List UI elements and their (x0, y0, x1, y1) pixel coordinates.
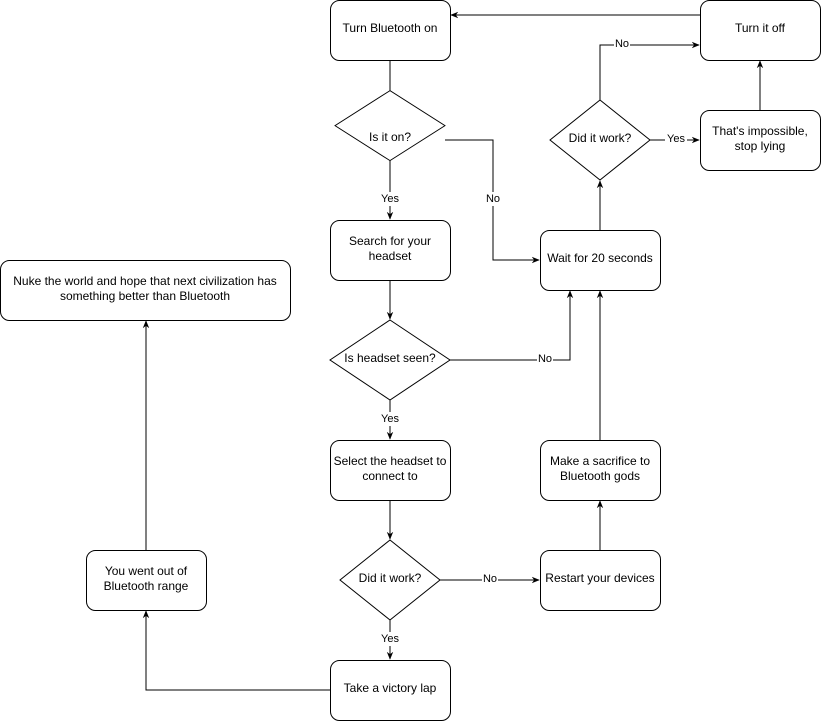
edges (142, 11, 764, 691)
node-sacrifice: Make a sacrifice to Bluetooth gods (540, 440, 661, 501)
decision-is-headset-seen: Is headset seen? (329, 319, 451, 401)
svg-text:Restart your devices: Restart your devices (545, 571, 654, 585)
flowchart: No Yes No Yes No Yes No Yes Turn Bluetoo… (0, 0, 821, 721)
node-impossible: That's impossible, stop lying (700, 110, 821, 171)
svg-text:Bluetooth range: Bluetooth range (104, 579, 189, 593)
svg-text:Turn it off: Turn it off (735, 21, 786, 35)
svg-text:Did it work?: Did it work? (359, 571, 422, 585)
node-out-of-range: You went out of Bluetooth range (86, 550, 207, 611)
node-wait-20-seconds: Wait for 20 seconds (540, 230, 661, 291)
node-search-headset: Search for your headset (330, 220, 451, 281)
svg-text:Search for your: Search for your (349, 234, 431, 248)
edge-seen-no (450, 290, 574, 361)
edge-worked-top-no (599, 41, 700, 100)
edge-victory-to-range (142, 610, 330, 691)
svg-text:Bluetooth gods: Bluetooth gods (560, 469, 640, 483)
edge-label-no: No (538, 353, 552, 365)
svg-text:Is it on?: Is it on? (369, 130, 411, 144)
decision-did-it-work-bottom: Did it work? (339, 539, 441, 621)
svg-text:Did it work?: Did it work? (569, 131, 632, 145)
svg-text:Take a victory lap: Take a victory lap (344, 681, 437, 695)
decision-did-it-work-top: Did it work? (549, 99, 651, 181)
svg-text:Nuke the world and hope that n: Nuke the world and hope that next civili… (13, 274, 277, 288)
edge-label-yes: Yes (667, 133, 685, 145)
svg-text:connect to: connect to (362, 469, 418, 483)
svg-text:You went out of: You went out of (105, 564, 188, 578)
svg-text:headset: headset (369, 249, 412, 263)
decision-is-it-on: Is it on? (334, 90, 446, 162)
edge-label-no: No (483, 573, 497, 585)
edge-label-yes: Yes (381, 193, 399, 205)
svg-text:Make a sacrifice to: Make a sacrifice to (550, 454, 650, 468)
svg-text:That's impossible,: That's impossible, (712, 124, 808, 138)
svg-text:Turn Bluetooth on: Turn Bluetooth on (343, 21, 438, 35)
svg-text:Select the headset to: Select the headset to (334, 454, 447, 468)
node-victory-lap: Take a victory lap (330, 660, 451, 721)
edge-label-no: No (615, 38, 629, 50)
node-restart-devices: Restart your devices (540, 550, 661, 611)
node-turn-it-off: Turn it off (700, 0, 821, 61)
svg-text:Wait for 20 seconds: Wait for 20 seconds (547, 251, 653, 265)
node-select-headset: Select the headset to connect to (330, 440, 451, 501)
node-turn-bluetooth-on: Turn Bluetooth on (330, 0, 451, 61)
edge-label-yes: Yes (381, 413, 399, 425)
node-nuke-the-world: Nuke the world and hope that next civili… (0, 260, 291, 321)
svg-text:something better than Bluetoot: something better than Bluetooth (60, 289, 230, 303)
edge-label-no: No (486, 193, 500, 205)
svg-text:Is headset seen?: Is headset seen? (344, 351, 436, 365)
svg-text:stop lying: stop lying (735, 139, 786, 153)
edge-label-yes: Yes (381, 633, 399, 645)
